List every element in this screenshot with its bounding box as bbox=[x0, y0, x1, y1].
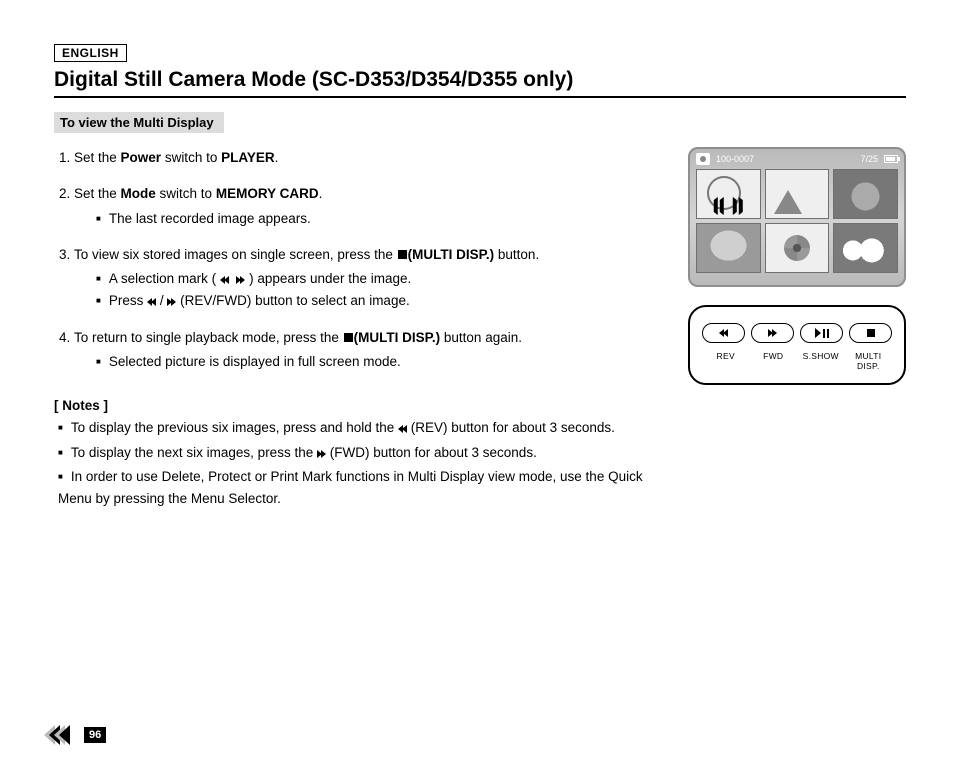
note-3: In order to use Delete, Protect or Print… bbox=[58, 466, 664, 511]
step-3-sub-2: Press / (REV/FWD) button to select an im… bbox=[96, 290, 664, 312]
multidisp-label: MULTI DISP. bbox=[845, 351, 893, 371]
display-screen: 100-0007 7/25 bbox=[688, 147, 906, 287]
file-number: 100-0007 bbox=[716, 154, 854, 164]
stop-icon bbox=[344, 333, 353, 342]
forward-icon bbox=[167, 298, 176, 306]
image-index: 7/25 bbox=[860, 154, 878, 164]
rewind-icon bbox=[220, 276, 229, 284]
stop-icon bbox=[398, 250, 407, 259]
rewind-icon bbox=[147, 298, 156, 306]
thumbnail-5 bbox=[765, 223, 830, 273]
play-pause-icon bbox=[815, 328, 829, 338]
step-4-sub-1: Selected picture is displayed in full sc… bbox=[96, 351, 664, 373]
fwd-button[interactable] bbox=[751, 323, 794, 343]
thumbnail-3 bbox=[833, 169, 898, 219]
thumbnail-6 bbox=[833, 223, 898, 273]
fwd-label: FWD bbox=[750, 351, 798, 371]
selection-mark bbox=[714, 197, 742, 215]
battery-icon bbox=[884, 155, 898, 163]
thumbnail-4 bbox=[696, 223, 761, 273]
sshow-label: S.SHOW bbox=[797, 351, 845, 371]
rewind-icon bbox=[398, 425, 407, 433]
rev-button[interactable] bbox=[702, 323, 745, 343]
page-number: 96 bbox=[44, 725, 106, 745]
page-title: Digital Still Camera Mode (SC-D353/D354/… bbox=[54, 68, 906, 98]
forward-icon bbox=[236, 276, 245, 284]
step-1: Set the Power switch to PLAYER. bbox=[74, 147, 664, 169]
rev-label: REV bbox=[702, 351, 750, 371]
multi-disp-button[interactable] bbox=[849, 323, 892, 343]
thumbnail-2 bbox=[765, 169, 830, 219]
button-panel: REV FWD S.SHOW MULTI DISP. bbox=[688, 305, 906, 385]
note-2: To display the next six images, press th… bbox=[58, 442, 664, 464]
thumbnail-1 bbox=[696, 169, 761, 219]
instruction-body: Set the Power switch to PLAYER. Set the … bbox=[54, 147, 664, 512]
notes-label: [ Notes ] bbox=[54, 395, 664, 417]
section-heading: To view the Multi Display bbox=[54, 112, 224, 133]
step-2-sub-1: The last recorded image appears. bbox=[96, 208, 664, 230]
step-3-sub-1: A selection mark ( ) appears under the i… bbox=[96, 268, 664, 290]
stop-icon bbox=[867, 329, 875, 337]
forward-icon bbox=[317, 450, 326, 458]
step-2: Set the Mode switch to MEMORY CARD. The … bbox=[74, 183, 664, 230]
sshow-button[interactable] bbox=[800, 323, 843, 343]
rewind-icon bbox=[719, 329, 728, 337]
step-4: To return to single playback mode, press… bbox=[74, 327, 664, 374]
photo-mode-icon bbox=[696, 153, 710, 165]
forward-icon bbox=[768, 329, 777, 337]
language-label: ENGLISH bbox=[54, 44, 127, 62]
step-3: To view six stored images on single scre… bbox=[74, 244, 664, 313]
note-1: To display the previous six images, pres… bbox=[58, 417, 664, 439]
